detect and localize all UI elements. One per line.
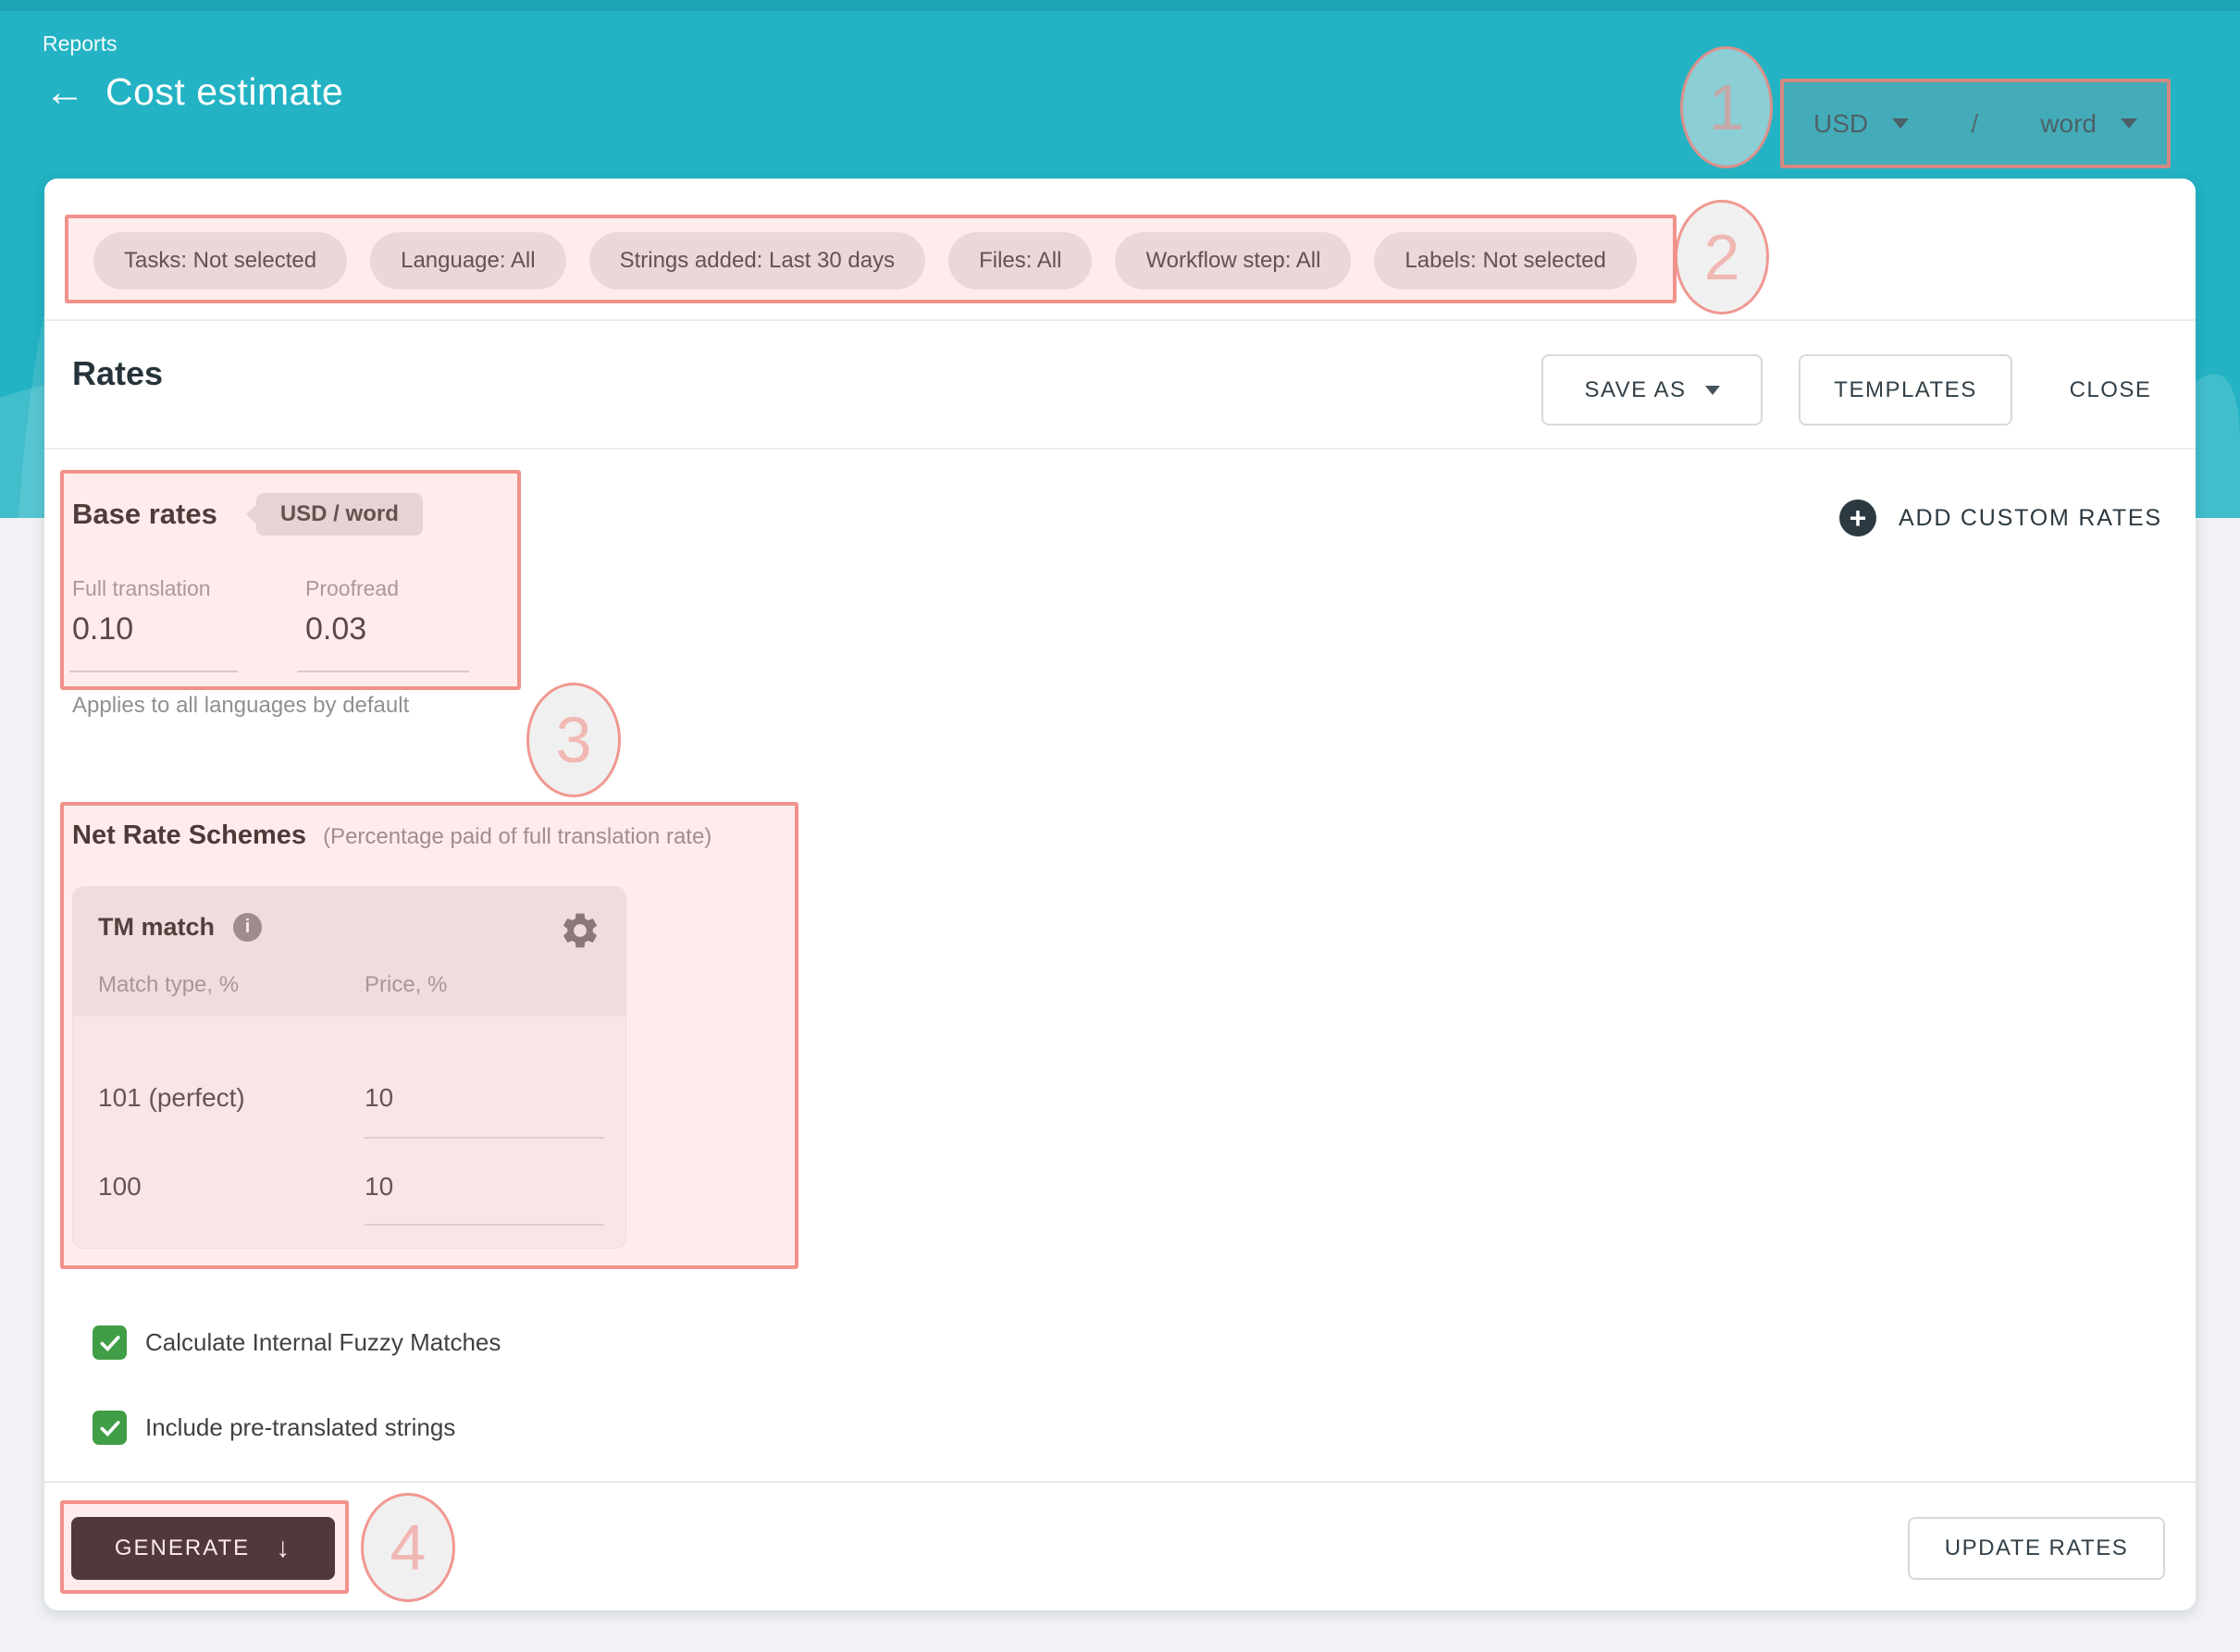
arrow-down-icon: ↓: [276, 1533, 291, 1564]
tm-match-title: TM match: [98, 913, 215, 942]
close-label: CLOSE: [2070, 377, 2152, 403]
section-title-rates: Rates: [72, 354, 163, 393]
pre-translated-label: Include pre-translated strings: [145, 1413, 455, 1442]
report-card: Tasks: Not selected Language: All String…: [44, 179, 2196, 1610]
currency-unit-separator: /: [1971, 109, 1978, 139]
input-underline: [365, 1224, 604, 1226]
chevron-down-icon: [2121, 118, 2137, 129]
unit-value: word: [2040, 109, 2097, 139]
fuzzy-matches-label: Calculate Internal Fuzzy Matches: [145, 1328, 501, 1357]
annotation-circle-4: 4: [361, 1493, 455, 1602]
annotation-number: 4: [390, 1510, 427, 1584]
input-underline: [297, 671, 469, 672]
divider: [44, 319, 2196, 321]
breadcrumb[interactable]: Reports: [43, 31, 118, 56]
plus-circle-icon: +: [1839, 499, 1876, 536]
info-icon[interactable]: i: [233, 913, 262, 942]
unit-dropdown[interactable]: word: [2040, 109, 2137, 139]
gear-icon[interactable]: [559, 909, 601, 952]
chevron-down-icon: [1892, 118, 1909, 129]
cost-estimate-page: Reports ← Cost estimate USD / word Tasks…: [0, 0, 2240, 1652]
templates-label: TEMPLATES: [1834, 377, 1976, 403]
currency-unit-selector: USD / word: [1780, 79, 2171, 168]
back-arrow-icon[interactable]: ←: [44, 72, 85, 113]
base-rates-unit-tag: USD / word: [256, 493, 423, 536]
filter-chip-strings-added[interactable]: Strings added: Last 30 days: [589, 232, 926, 290]
input-underline: [69, 671, 238, 672]
check-icon: [98, 1416, 122, 1440]
proofread-label: Proofread: [305, 576, 399, 601]
update-rates-label: UPDATE RATES: [1945, 1535, 2128, 1561]
page-title: Cost estimate: [105, 70, 343, 114]
add-custom-rates-label: ADD CUSTOM RATES: [1899, 505, 2162, 532]
generate-label: GENERATE: [115, 1535, 250, 1561]
filter-chip-files[interactable]: Files: All: [948, 232, 1092, 290]
tm-match-card-header: TM match i Match type, % Price, %: [73, 887, 625, 1017]
proofread-input[interactable]: 0.03: [305, 611, 366, 647]
annotation-number: 3: [556, 703, 592, 777]
currency-value: USD: [1813, 109, 1868, 139]
filter-chip-workflow-step[interactable]: Workflow step: All: [1115, 232, 1351, 290]
chevron-down-icon: [1705, 386, 1720, 395]
generate-button[interactable]: GENERATE ↓: [71, 1517, 335, 1580]
base-rates-note: Applies to all languages by default: [72, 693, 409, 719]
divider: [44, 448, 2196, 450]
tm-match-card: TM match i Match type, % Price, % 101 (p…: [72, 886, 626, 1249]
price-column-header: Price, %: [365, 972, 447, 998]
full-translation-label: Full translation: [72, 576, 211, 601]
match-type-column-header: Match type, %: [98, 972, 239, 998]
header-top-strip: [0, 0, 2240, 11]
filter-chip-tasks[interactable]: Tasks: Not selected: [93, 232, 347, 290]
close-button[interactable]: CLOSE: [2039, 354, 2182, 425]
currency-dropdown[interactable]: USD: [1813, 109, 1909, 139]
save-as-label: SAVE AS: [1584, 377, 1686, 403]
footer-divider: [44, 1481, 2196, 1483]
annotation-circle-2: 2: [1675, 200, 1769, 314]
annotation-number: 2: [1704, 220, 1740, 294]
templates-button[interactable]: TEMPLATES: [1799, 354, 2012, 425]
base-rates-title: Base rates: [72, 498, 217, 531]
input-underline: [365, 1137, 604, 1139]
match-type-cell: 100: [98, 1172, 142, 1202]
match-type-cell: 101 (perfect): [98, 1083, 245, 1113]
filter-chip-language[interactable]: Language: All: [370, 232, 565, 290]
check-icon: [98, 1331, 122, 1355]
net-rate-schemes-title: Net Rate Schemes: [72, 820, 306, 851]
net-rate-schemes-subtitle: (Percentage paid of full translation rat…: [323, 824, 712, 850]
pre-translated-checkbox[interactable]: [93, 1411, 127, 1445]
save-as-button[interactable]: SAVE AS: [1541, 354, 1763, 425]
update-rates-button[interactable]: UPDATE RATES: [1908, 1517, 2165, 1580]
full-translation-input[interactable]: 0.10: [72, 611, 133, 647]
filter-chip-labels[interactable]: Labels: Not selected: [1374, 232, 1636, 290]
filters-row: Tasks: Not selected Language: All String…: [93, 232, 1637, 290]
price-input[interactable]: 10: [365, 1172, 393, 1202]
add-custom-rates-button[interactable]: + ADD CUSTOM RATES: [1839, 497, 2162, 539]
annotation-circle-3: 3: [526, 683, 621, 797]
price-input[interactable]: 10: [365, 1083, 393, 1113]
fuzzy-matches-checkbox[interactable]: [93, 1325, 127, 1360]
